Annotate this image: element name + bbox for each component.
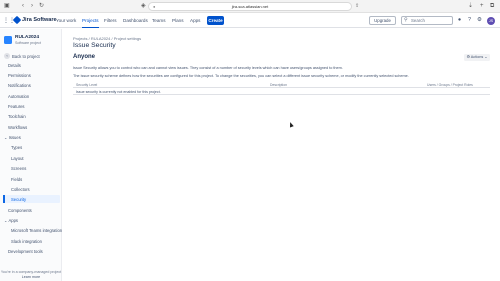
project-sidebar: RULA2024 Software project ‹ Back to proj… (0, 29, 62, 281)
learn-more-link[interactable]: Learn more (0, 275, 62, 279)
sidebar-active-indicator (3, 195, 5, 203)
upgrade-label: Upgrade (374, 18, 391, 23)
security-levels-table: Security Level Description Users / Group… (73, 82, 490, 95)
column-header-security-level: Security Level (76, 83, 98, 87)
actions-label: Actions (470, 55, 484, 59)
sidebar-item-notifications[interactable]: Notifications (8, 83, 31, 88)
main-content: Projects / RULA2024 / Project settings I… (73, 29, 493, 281)
nav-apps[interactable]: Apps (190, 18, 200, 23)
back-to-project-link[interactable]: ‹ Back to project (4, 53, 40, 59)
reload-icon[interactable]: ↻ (39, 3, 44, 10)
jira-top-nav: ⋮⋮ Jira Software Your work Projects Filt… (0, 14, 500, 28)
description-1: Issue Security allows you to control who… (73, 66, 343, 70)
sidebar-toggle-icon[interactable]: ▣ (4, 3, 10, 10)
jira-logo[interactable]: Jira Software (12, 15, 57, 25)
upgrade-button[interactable]: Upgrade (369, 16, 396, 25)
avatar[interactable]: JS (487, 16, 495, 25)
sidebar-group-label: Issues (8, 135, 21, 140)
sidebar-group-label: Apps (8, 218, 18, 223)
forward-arrow-icon[interactable]: › (31, 3, 33, 10)
sidebar-item-fields[interactable]: Fields (11, 177, 22, 182)
jira-logo-icon (12, 15, 22, 25)
empty-state-message: Issue security is currently not enabled … (76, 90, 161, 94)
sidebar-item-features[interactable]: Features (8, 104, 25, 109)
tabs-overview-icon[interactable]: ⧉ (490, 3, 494, 10)
search-input[interactable]: ⚲ Search (401, 16, 453, 25)
new-tab-icon[interactable]: + (480, 3, 484, 10)
sidebar-group-issues[interactable]: ⌄ Issues (4, 135, 21, 140)
sidebar-item-types[interactable]: Types (11, 145, 22, 150)
app-name: Jira Software (22, 17, 57, 23)
project-type: Software project (15, 41, 41, 45)
breadcrumb-settings[interactable]: Project settings (114, 36, 141, 41)
sidebar-item-layout[interactable]: Layout (11, 156, 24, 161)
sidebar-item-toolchain[interactable]: Toolchain (8, 114, 26, 119)
back-arrow-icon: ‹ (4, 53, 10, 59)
scheme-name: Anyone (73, 54, 96, 60)
sidebar-item-collectors[interactable]: Collectors (11, 187, 30, 192)
settings-icon[interactable]: ⚙ (476, 17, 483, 24)
lock-icon: ● (153, 4, 156, 9)
table-row: Issue security is currently not enabled … (73, 88, 490, 95)
nav-filters[interactable]: Filters (104, 18, 117, 23)
url-text: jira-sca.atlassian.net (231, 4, 269, 9)
mouse-cursor-icon (288, 121, 294, 128)
help-icon[interactable]: ? (466, 17, 473, 24)
address-bar[interactable]: ● jira-sca.atlassian.net (148, 2, 352, 11)
project-avatar-icon (4, 36, 12, 44)
sidebar-item-screens[interactable]: Screens (11, 166, 26, 171)
nav-plans[interactable]: Plans (172, 18, 184, 23)
company-managed-note: You're in a company-managed project (0, 270, 62, 274)
sidebar-item-security[interactable]: Security (11, 197, 26, 202)
nav-dashboards[interactable]: Dashboards (123, 18, 148, 23)
nav-projects[interactable]: Projects (82, 18, 99, 28)
nav-your-work[interactable]: Your work (56, 18, 76, 23)
sidebar-item-permissions[interactable]: Permissions (8, 73, 31, 78)
project-header: RULA2024 Software project (4, 35, 60, 47)
sidebar-group-apps[interactable]: ⌄ Apps (4, 218, 18, 223)
project-name: RULA2024 (15, 35, 39, 40)
sidebar-item-development-tools[interactable]: Development tools (8, 249, 43, 254)
chevron-down-icon: ⌄ (483, 55, 488, 59)
sidebar-item-microsoft-teams[interactable]: Microsoft Teams integration (11, 228, 62, 233)
search-placeholder: Search (411, 18, 425, 23)
description-2: The issue security scheme defines how th… (73, 74, 409, 78)
search-icon: ⚲ (404, 17, 408, 23)
breadcrumb-project[interactable]: RULA2024 (91, 36, 111, 41)
back-to-project-label: Back to project (12, 53, 40, 59)
back-arrow-icon[interactable]: ‹ (22, 3, 24, 10)
page-title: Issue Security (73, 42, 116, 49)
sidebar-item-automation[interactable]: Automation (8, 94, 29, 99)
shield-icon: ◈ (141, 3, 146, 9)
sidebar-item-components[interactable]: Components (8, 208, 32, 213)
sidebar-item-workflows[interactable]: Workflows (8, 125, 27, 130)
share-icon[interactable]: ⇪ (355, 3, 359, 9)
breadcrumb-projects[interactable]: Projects (73, 36, 87, 41)
browser-toolbar: ▣ ‹ › ↻ ◈ ● jira-sca.atlassian.net ⇪ ⇣ +… (0, 0, 500, 13)
notifications-icon[interactable]: ● (456, 17, 463, 24)
actions-button[interactable]: ⚙ Actions ⌄ (464, 54, 490, 61)
download-icon[interactable]: ⇣ (468, 3, 473, 10)
column-header-description: Description (270, 83, 287, 87)
sidebar-item-details[interactable]: Details (8, 63, 21, 68)
nav-teams[interactable]: Teams (152, 18, 166, 23)
breadcrumb: Projects / RULA2024 / Project settings (73, 36, 142, 41)
sidebar-item-slack[interactable]: Slack integration (11, 239, 42, 244)
create-button[interactable]: Create (207, 16, 224, 25)
column-header-users: Users / Groups / Project Roles (427, 83, 473, 87)
